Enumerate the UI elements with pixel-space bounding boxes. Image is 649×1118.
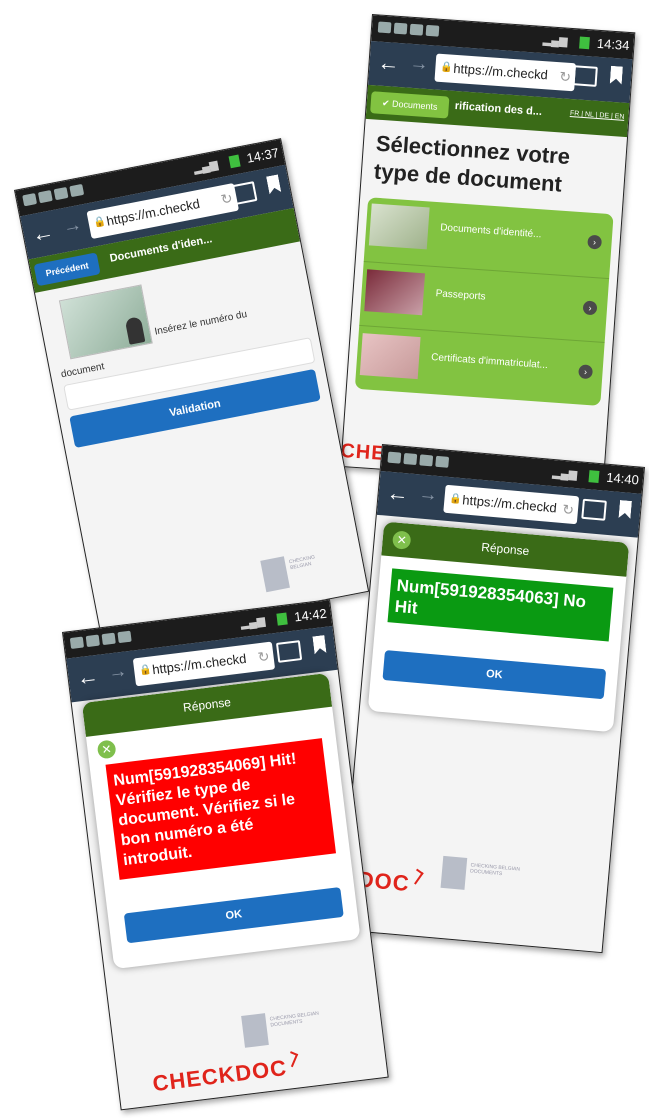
dialog-title: Réponse [480, 540, 530, 559]
close-icon[interactable]: ✕ [96, 739, 117, 760]
list-item-label: Documents d'identité... [439, 222, 542, 241]
ok-button[interactable]: OK [382, 650, 607, 700]
screen-number-entry: ▂▄▆ 14:37 ← → 🔒 https://m.checkd ↻ Précé… [14, 138, 370, 644]
certificate-thumbnail [359, 333, 421, 380]
logo-square [440, 855, 468, 890]
reload-icon[interactable]: ↻ [561, 495, 575, 524]
person-silhouette [124, 316, 146, 345]
screen-doc-type: ▂▄▆ 14:34 ← → 🔒 https://m.checkd ↻ ✔ Doc… [340, 14, 636, 486]
back-arrow-icon[interactable]: ← [30, 218, 57, 248]
signal-icon: ▂▄▆ [542, 33, 568, 48]
page-title: rification des d... [454, 100, 543, 119]
url-field[interactable]: 🔒 https://m.checkd ↻ [434, 53, 577, 92]
url-text: https://m.checkd [105, 195, 202, 229]
footer-logo: CHECKING BELGIAN [260, 546, 346, 601]
bookmark-icon[interactable] [610, 66, 623, 85]
logo-tagline: CHECKING BELGIAN [288, 554, 316, 572]
lock-icon: 🔒 [138, 664, 153, 677]
passport-thumbnail [364, 269, 426, 316]
url-text: https://m.checkd [151, 650, 248, 678]
forward-arrow-icon[interactable]: → [418, 483, 439, 507]
clock: 14:42 [293, 605, 328, 625]
battery-icon [228, 154, 241, 169]
lock-icon: 🔒 [440, 61, 454, 74]
tabs-icon[interactable] [581, 498, 607, 521]
battery-icon [588, 470, 600, 484]
battery-icon [579, 36, 590, 50]
back-arrow-icon[interactable]: ← [75, 663, 100, 691]
back-arrow-icon[interactable]: ← [377, 50, 401, 77]
reload-icon[interactable]: ↻ [256, 642, 271, 671]
logo-square [241, 1013, 269, 1048]
id-card-image [58, 284, 153, 360]
close-icon[interactable]: ✕ [391, 530, 412, 550]
response-dialog: ✕ Réponse Num[591928354063] No Hit OK [367, 521, 630, 733]
result-message: Num[591928354063] No Hit [387, 568, 614, 642]
tabs-icon[interactable] [572, 65, 598, 87]
clock: 14:34 [596, 35, 630, 54]
chevron-right-icon: › [582, 300, 598, 316]
response-dialog: Réponse ✕ Num[591928354069] Hit! Vérifie… [81, 672, 361, 970]
footer-logo: CHECKING BELGIAN DOCUMENTS [440, 855, 533, 904]
ok-button[interactable]: OK [123, 887, 344, 944]
language-links[interactable]: FR | NL | DE | EN [570, 110, 625, 121]
bookmark-icon[interactable] [312, 635, 326, 654]
screen-no-hit: ▂▄▆ 14:40 ← → 🔒 https://m.checkd ↻ ✕ Rép… [339, 444, 645, 954]
documents-tab-button[interactable]: ✔ Documents [370, 91, 450, 119]
back-arrow-icon[interactable]: ← [386, 480, 410, 508]
battery-icon [276, 612, 288, 626]
checkdoc-logo: CHECKDOC [151, 1051, 299, 1097]
list-item-label: Certificats d'immatriculat... [430, 351, 549, 372]
dialog-title: Réponse [182, 695, 232, 715]
forward-arrow-icon[interactable]: → [61, 214, 84, 239]
id-card-thumbnail [368, 203, 430, 250]
signal-icon: ▂▄▆ [551, 466, 578, 482]
previous-button[interactable]: Précédent [33, 252, 101, 287]
chevron-right-icon: › [587, 234, 603, 250]
signal-icon: ▂▄▆ [192, 158, 220, 176]
forward-arrow-icon[interactable]: → [409, 53, 429, 76]
page-heading: Sélectionnez votre type de document [373, 130, 571, 197]
list-item-label: Passeports [435, 288, 486, 303]
document-type-list: Documents d'identité... › Passeports › C… [354, 197, 614, 406]
chevron-right-icon: › [578, 364, 594, 380]
bookmark-icon[interactable] [618, 500, 632, 519]
footer-logo: CHECKING BELGIAN DOCUMENTS [241, 1004, 345, 1056]
logo-square [260, 556, 290, 593]
clock: 14:37 [245, 144, 281, 166]
logo-tagline: CHECKING BELGIAN DOCUMENTS [469, 862, 521, 878]
bookmark-icon[interactable] [266, 174, 281, 194]
tabs-icon[interactable] [230, 181, 258, 206]
logo-tagline: CHECKING BELGIAN DOCUMENTS [269, 1010, 320, 1029]
screen-hit: ▂▄▆ 14:42 ← → 🔒 https://m.checkd ↻ Répon… [62, 599, 389, 1111]
url-text: https://m.checkd [452, 60, 549, 83]
forward-arrow-icon[interactable]: → [107, 660, 129, 684]
result-message: Num[591928354069] Hit! Vérifiez le type … [105, 738, 337, 880]
url-field[interactable]: 🔒 https://m.checkd ↻ [132, 641, 276, 687]
url-field[interactable]: 🔒 https://m.checkd ↻ [443, 484, 580, 525]
reload-icon[interactable]: ↻ [558, 62, 572, 91]
prompt-text: Insérez le numéro du [153, 308, 249, 338]
clock: 14:40 [605, 469, 640, 488]
lock-icon: 🔒 [449, 493, 463, 506]
signal-icon: ▂▄▆ [239, 615, 266, 631]
url-text: https://m.checkd [461, 492, 558, 516]
tabs-icon[interactable] [275, 640, 303, 663]
